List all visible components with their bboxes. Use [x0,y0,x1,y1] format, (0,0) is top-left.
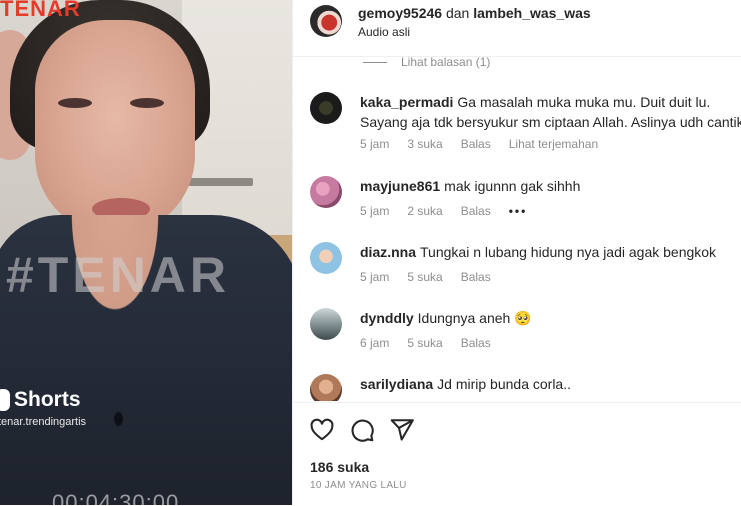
translate-link[interactable]: Lihat terjemahan [509,137,598,151]
likes-count[interactable]: 186 suka [310,459,369,475]
post-panel: gemoy95246 dan lambeh_was_was Audio asli… [292,0,741,505]
comment-meta: 5 jam 2 suka Balas ••• [360,204,527,218]
comment-username[interactable]: diaz.nna [360,244,416,260]
shorts-badge: Shorts [0,388,81,412]
view-replies-label: Lihat balasan (1) [401,55,491,69]
watermark-top: TENAR [0,0,81,21]
comment-body: Jd mirip bunda corla.. [437,376,571,392]
post-authors: gemoy95246 dan lambeh_was_was [358,5,591,21]
shorts-icon [0,389,10,411]
comment-icon[interactable] [349,417,375,443]
view-replies-link[interactable]: Lihat balasan (1) [363,55,490,69]
comment-time: 5 jam [360,137,390,151]
authors-connector: dan [445,5,470,21]
more-options-icon[interactable]: ••• [509,204,528,218]
commenter-avatar[interactable] [310,374,342,401]
comment-text: dynddly Idungnya aneh 🥺 [360,308,741,328]
comment-text: sarilydiana Jd mirip bunda corla.. [360,374,740,394]
comment-likes[interactable]: 5 suka [407,270,442,284]
air-vent [183,178,253,186]
handle-watermark: tenar.trendingartis [0,416,87,428]
shirt-button [114,412,123,426]
audio-link[interactable]: Audio asli [358,25,410,39]
comment-text: mayjune861 mak igunnn gak sihhh [360,176,741,196]
comment-meta: 5 jam 3 suka Balas Lihat terjemahan [360,137,598,151]
comment-item: sarilydiana Jd mirip bunda corla.. [310,374,740,401]
video-player[interactable]: TENAR #TENAR Shorts tenar.trendingartis … [0,0,292,505]
timecode: 00:04:30:00 [52,490,180,505]
comment-likes[interactable]: 2 suka [407,204,442,218]
coauthor-username[interactable]: lambeh_was_was [473,5,591,21]
comment-body: mak igunnn gak sihhh [444,178,581,194]
left-eye [58,98,92,108]
commenter-avatar[interactable] [310,308,342,340]
post-header: gemoy95246 dan lambeh_was_was Audio asli [293,0,741,57]
comment-meta: 5 jam 5 suka Balas [360,270,491,284]
comment-meta: 6 jam 5 suka Balas [360,336,491,350]
comment-body: Tungkai n lubang hidung nya jadi agak be… [420,244,717,260]
reply-button[interactable]: Balas [461,336,491,350]
author-avatar[interactable] [310,5,342,37]
reply-button[interactable]: Balas [461,137,491,151]
action-bar: 186 suka 10 JAM YANG LALU [293,402,741,506]
shorts-label: Shorts [14,388,81,411]
comment-time: 6 jam [360,336,390,350]
comment-likes[interactable]: 5 suka [407,336,442,350]
right-eye [130,98,164,108]
comment-text: diaz.nna Tungkai n lubang hidung nya jadi… [360,242,741,262]
share-icon[interactable] [389,417,415,443]
reply-button[interactable]: Balas [461,204,491,218]
comment-username[interactable]: kaka_permadi [360,94,453,110]
reply-button[interactable]: Balas [461,270,491,284]
heart-icon[interactable] [309,417,335,443]
comment-time: 5 jam [360,270,390,284]
author-username[interactable]: gemoy95246 [358,5,442,21]
comment-time: 5 jam [360,204,390,218]
comment-username[interactable]: mayjune861 [360,178,440,194]
commenter-avatar[interactable] [310,242,342,274]
commenter-avatar[interactable] [310,176,342,208]
commenter-avatar[interactable] [310,92,342,124]
comment-text: kaka_permadi Ga masalah muka muka mu. Dui… [360,92,741,132]
post-time: 10 JAM YANG LALU [310,480,407,491]
comment-likes[interactable]: 3 suka [407,137,442,151]
replies-divider-line [363,61,387,63]
watermark-center: #TENAR [6,247,231,303]
comment-body: Idungnya aneh 🥺 [417,310,532,326]
comment-username[interactable]: dynddly [360,310,414,326]
comment-username[interactable]: sarilydiana [360,376,433,392]
